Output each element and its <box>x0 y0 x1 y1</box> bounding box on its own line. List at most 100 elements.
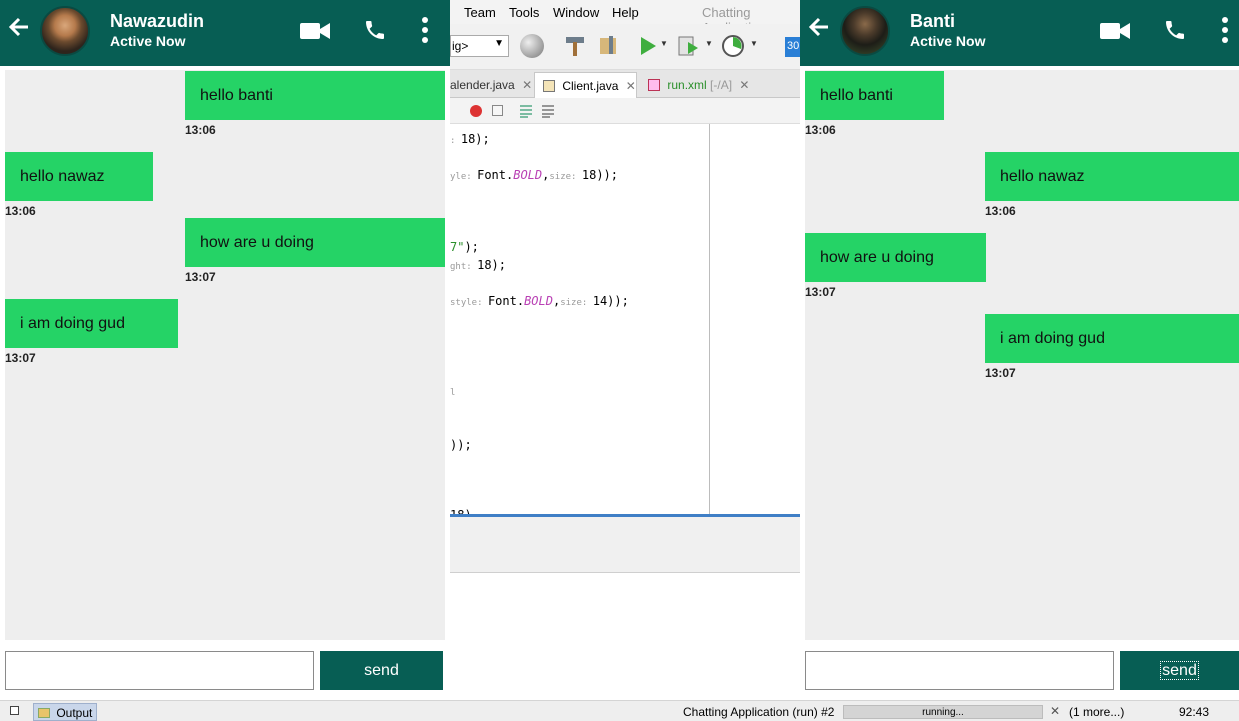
code-line: yle: Font.BOLD,size: 18)); <box>450 168 618 182</box>
tab-client[interactable]: Client.java ✕ <box>534 72 637 98</box>
send-button-label: send <box>1160 661 1199 680</box>
code-token: style: <box>450 298 488 308</box>
message-text: i am doing gud <box>1000 330 1105 347</box>
chevron-down-icon[interactable]: ▼ <box>705 39 713 48</box>
cancel-task-icon[interactable]: ✕ <box>1050 704 1060 718</box>
config-combo[interactable]: ig> ▼ <box>450 35 509 57</box>
debug-icon[interactable] <box>676 34 700 58</box>
caret-position: 92:43 <box>1179 705 1210 719</box>
uncomment-icon[interactable] <box>540 103 556 119</box>
code-line: )); <box>450 438 472 452</box>
contact-name: Nawazudin <box>110 11 205 31</box>
code-line: : 18); <box>450 132 490 146</box>
send-button[interactable]: send <box>320 651 443 690</box>
restore-window-icon[interactable] <box>10 706 19 715</box>
message-time: 13:07 <box>985 366 1016 380</box>
menu-tools[interactable]: Tools <box>509 5 539 20</box>
menu-help[interactable]: Help <box>612 5 639 20</box>
message-bubble-sent[interactable]: hello banti <box>185 71 445 120</box>
editor-tabs: alender.java ✕ Client.java ✕ run.xml [-/… <box>450 70 800 98</box>
tab-calender[interactable]: alender.java ✕ <box>450 72 540 98</box>
code-editor[interactable]: : 18); yle: Font.BOLD,size: 18)); 7"); ght:… <box>450 124 800 522</box>
message-text: hello banti <box>200 87 273 104</box>
code-token: Font. <box>477 168 514 182</box>
code-token: : <box>450 136 461 146</box>
globe-icon[interactable] <box>520 34 544 58</box>
chevron-down-icon[interactable]: ▼ <box>750 39 758 48</box>
close-icon[interactable]: ✕ <box>522 78 532 92</box>
code-token: BOLD <box>524 294 553 308</box>
more-vertical-icon[interactable] <box>419 16 431 44</box>
clean-build-icon[interactable] <box>597 34 623 58</box>
close-icon[interactable]: ✕ <box>626 79 636 93</box>
chat-window-left: Nawazudin Active Now hello banti 13:06 h… <box>0 0 450 700</box>
ide-menu-bar: Team Tools Window Help Chatting Applicat… <box>450 0 800 35</box>
code-line: style: Font.BOLD,size: 14)); <box>450 294 629 308</box>
right-margin-line <box>709 124 710 514</box>
message-bubble-sent[interactable]: hello nawaz <box>985 152 1239 201</box>
message-input[interactable] <box>5 651 314 690</box>
code-line: 7"); <box>450 240 479 254</box>
tab-label: run.xml <box>667 78 707 92</box>
send-button[interactable]: send <box>1120 651 1239 690</box>
ide-status-bar: Output Chatting Application (run) #2 run… <box>0 700 1239 721</box>
comment-icon[interactable] <box>518 103 534 119</box>
message-time: 13:06 <box>185 123 216 137</box>
hammer-icon[interactable] <box>563 34 587 58</box>
message-time: 13:06 <box>985 204 1016 218</box>
chat-header: Banti Active Now <box>800 0 1239 66</box>
memory-badge-text: 30 <box>787 40 800 52</box>
progress-text: running... <box>922 707 964 718</box>
phone-icon[interactable] <box>1163 18 1187 42</box>
code-token: 18); <box>460 132 490 146</box>
code-token: 18)); <box>581 168 618 182</box>
video-call-icon[interactable] <box>1099 20 1131 42</box>
contact-status: Active Now <box>110 33 186 49</box>
avatar[interactable] <box>840 6 890 56</box>
message-time: 13:07 <box>5 351 36 365</box>
tab-run-xml[interactable]: run.xml [-/A] ✕ <box>640 72 757 98</box>
record-icon[interactable] <box>470 105 482 117</box>
back-arrow-icon[interactable] <box>8 14 30 45</box>
message-bubble-sent[interactable]: how are u doing <box>185 218 445 267</box>
more-tasks-link[interactable]: (1 more...) <box>1069 705 1124 719</box>
message-text: i am doing gud <box>20 315 125 332</box>
menu-team[interactable]: Team <box>464 5 496 20</box>
profile-icon[interactable] <box>721 34 745 58</box>
code-token: size: <box>549 172 582 182</box>
run-icon[interactable] <box>638 34 658 58</box>
message-bubble-sent[interactable]: i am doing gud <box>985 314 1239 363</box>
code-line: l <box>450 384 455 398</box>
editor-toolbar <box>450 98 800 124</box>
phone-icon[interactable] <box>363 18 387 42</box>
avatar[interactable] <box>40 6 90 56</box>
message-time: 13:07 <box>805 285 836 299</box>
message-bubble-received[interactable]: hello nawaz <box>5 152 153 201</box>
more-vertical-icon[interactable] <box>1219 16 1231 44</box>
output-tab-label: Output <box>56 706 93 720</box>
message-text: hello nawaz <box>1000 168 1085 185</box>
message-bubble-received[interactable]: how are u doing <box>805 233 986 282</box>
chevron-down-icon: ▼ <box>494 38 504 49</box>
memory-badge[interactable]: 30 <box>785 37 800 57</box>
task-progress-bar[interactable]: running... <box>843 705 1043 719</box>
message-time: 13:06 <box>805 123 836 137</box>
back-arrow-icon[interactable] <box>808 14 830 45</box>
chevron-down-icon[interactable]: ▼ <box>660 39 668 48</box>
code-token: 7" <box>450 240 465 254</box>
message-input[interactable] <box>805 651 1114 690</box>
output-icon <box>38 708 50 718</box>
output-tab[interactable]: Output <box>33 703 97 721</box>
close-icon[interactable]: ✕ <box>739 78 749 92</box>
code-token: )); <box>450 438 472 452</box>
code-token: ); <box>464 240 479 254</box>
message-bubble-received[interactable]: hello banti <box>805 71 944 120</box>
code-token: 18); <box>477 258 506 272</box>
tab-suffix: [-/A] <box>710 78 733 92</box>
menu-window[interactable]: Window <box>553 5 599 20</box>
tab-label: alender.java <box>450 78 515 92</box>
message-bubble-received[interactable]: i am doing gud <box>5 299 178 348</box>
contact-name: Banti <box>910 11 955 31</box>
video-call-icon[interactable] <box>299 20 331 42</box>
stop-icon[interactable] <box>492 105 503 116</box>
